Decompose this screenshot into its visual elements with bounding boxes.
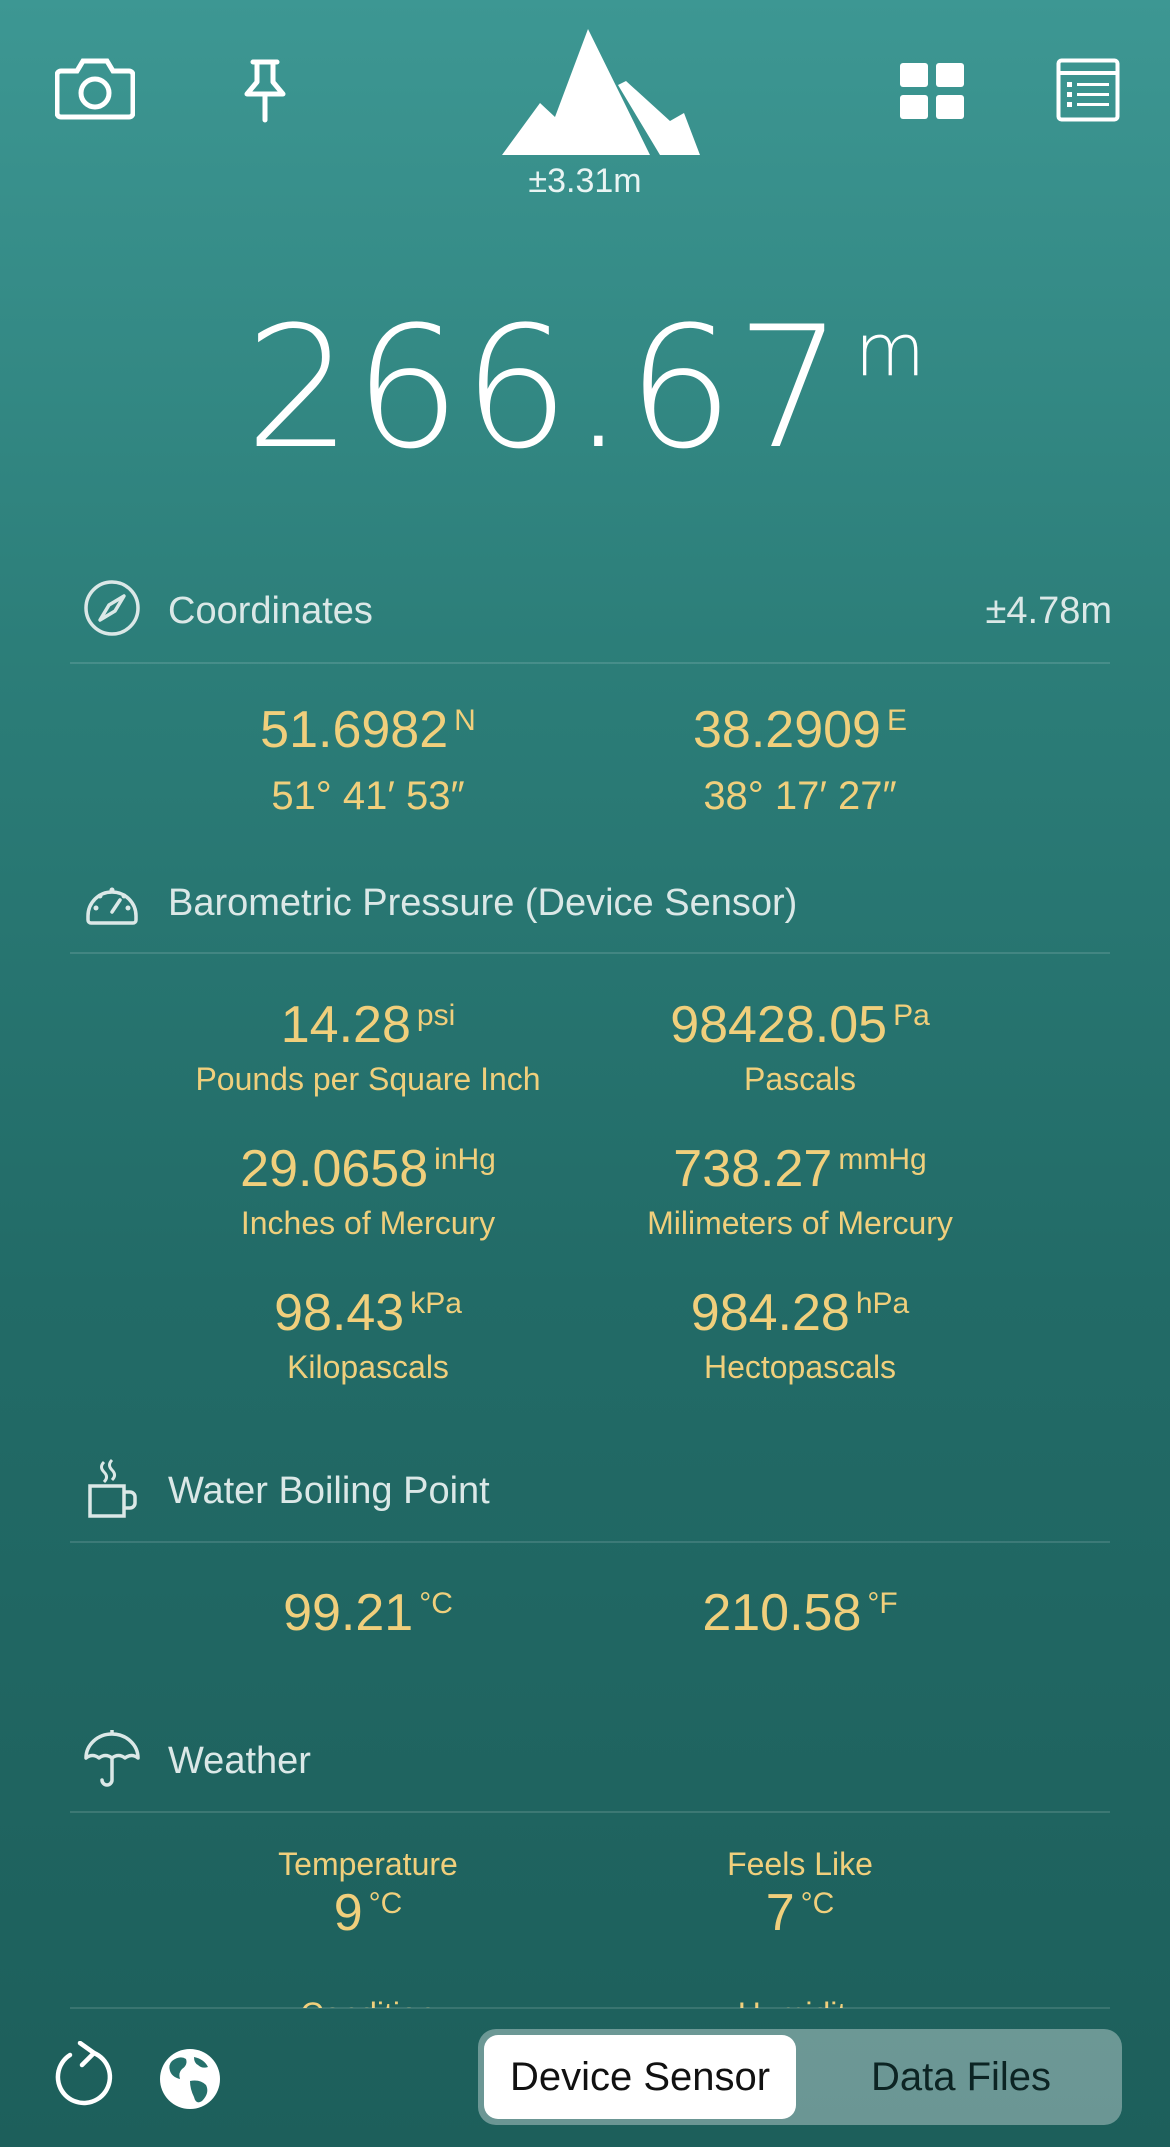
boiling-title: Water Boiling Point — [168, 1470, 490, 1512]
weather-title: Weather — [168, 1740, 311, 1782]
pa-label: Pascals — [743, 1061, 857, 1097]
hpa-unit: hPa — [855, 1287, 910, 1320]
pressure-title: Barometric Pressure (Device Sensor) — [168, 882, 798, 924]
altitude-display: 266.67 m — [0, 290, 1170, 486]
camera-icon[interactable] — [55, 55, 135, 121]
hpa-value: 984.28 — [690, 1284, 850, 1342]
temperature-unit: °C — [368, 1887, 403, 1920]
longitude-dms: 38° 17′ 27″ — [703, 774, 897, 818]
psi-label: Pounds per Square Inch — [195, 1061, 541, 1097]
source-segmented-control: Device Sensor Data Files — [478, 2029, 1122, 2125]
mountain-icon[interactable] — [500, 25, 700, 160]
kpa-cell: 98.43 kPa Kilopascals — [153, 1283, 583, 1386]
latitude-value: 51.6982 — [260, 701, 449, 759]
altitude-value: 266.67 — [245, 290, 845, 486]
boiling-celsius-cell: 99.21 °C — [153, 1583, 583, 1643]
latitude-cell: 51.6982 N 51° 41′ 53″ — [153, 700, 583, 819]
pa-unit: Pa — [893, 999, 930, 1032]
altitude-accuracy: ±3.31m — [528, 162, 642, 200]
boiling-fahrenheit-value: 210.58 — [702, 1584, 862, 1642]
gauge-icon — [82, 870, 144, 932]
altitude-unit: m — [854, 308, 925, 392]
umbrella-icon — [82, 1728, 144, 1790]
feels-like-label: Feels Like — [727, 1846, 873, 1882]
temperature-value: 9 — [333, 1884, 363, 1942]
inhg-value: 29.0658 — [240, 1140, 429, 1198]
longitude-value: 38.2909 — [693, 701, 881, 759]
feels-like-value: 7 — [765, 1884, 795, 1942]
pressure-header: Barometric Pressure (Device Sensor) — [82, 870, 1112, 950]
coordinates-title: Coordinates — [168, 590, 373, 632]
divider — [70, 662, 1110, 664]
mmhg-label: Milimeters of Mercury — [647, 1205, 953, 1241]
globe-icon[interactable] — [158, 2047, 222, 2111]
boiling-celsius-unit: °C — [419, 1587, 453, 1620]
longitude-dir: E — [886, 704, 907, 737]
bottom-bar: Device Sensor Data Files — [0, 2005, 1170, 2147]
boiling-celsius-value: 99.21 — [283, 1584, 414, 1642]
inhg-cell: 29.0658 inHg Inches of Mercury — [153, 1139, 583, 1242]
pa-cell: 98428.05 Pa Pascals — [585, 995, 1015, 1098]
mmhg-value: 738.27 — [673, 1140, 833, 1198]
kpa-label: Kilopascals — [287, 1349, 449, 1385]
coordinates-header: Coordinates ±4.78m — [82, 578, 1112, 658]
temperature-cell: Temperature 9 °C — [153, 1846, 583, 1943]
hpa-label: Hectopascals — [703, 1349, 897, 1385]
boiling-fahrenheit-cell: 210.58 °F — [585, 1583, 1015, 1643]
grid-icon[interactable] — [900, 63, 964, 119]
psi-value: 14.28 — [280, 996, 411, 1054]
boiling-fahrenheit-unit: °F — [867, 1587, 898, 1620]
latitude-dms: 51° 41′ 53″ — [271, 774, 465, 818]
divider — [70, 952, 1110, 954]
divider — [70, 1811, 1110, 1813]
refresh-icon[interactable] — [50, 2041, 114, 2111]
kpa-unit: kPa — [410, 1287, 462, 1320]
kpa-value: 98.43 — [274, 1284, 405, 1342]
mmhg-unit: mmHg — [838, 1143, 927, 1176]
feels-like-cell: Feels Like 7 °C — [585, 1846, 1015, 1943]
divider — [70, 1541, 1110, 1543]
boiling-header: Water Boiling Point — [82, 1458, 1112, 1538]
weather-header: Weather — [82, 1728, 1112, 1808]
cup-icon — [82, 1458, 144, 1520]
segment-device-sensor[interactable]: Device Sensor — [484, 2035, 796, 2119]
temperature-label: Temperature — [278, 1846, 458, 1882]
segment-data-files[interactable]: Data Files — [808, 2035, 1114, 2119]
longitude-cell: 38.2909 E 38° 17′ 27″ — [585, 700, 1015, 819]
coordinates-accuracy: ±4.78m — [985, 590, 1112, 632]
inhg-label: Inches of Mercury — [240, 1205, 496, 1241]
psi-cell: 14.28 psi Pounds per Square Inch — [153, 995, 583, 1098]
hpa-cell: 984.28 hPa Hectopascals — [585, 1283, 1015, 1386]
pin-icon[interactable] — [240, 58, 290, 124]
pa-value: 98428.05 — [670, 996, 888, 1054]
inhg-unit: inHg — [434, 1143, 496, 1176]
compass-icon — [82, 578, 144, 640]
list-icon[interactable] — [1056, 58, 1120, 122]
latitude-dir: N — [454, 704, 476, 737]
feels-like-unit: °C — [800, 1887, 835, 1920]
psi-unit: psi — [416, 999, 456, 1032]
mmhg-cell: 738.27 mmHg Milimeters of Mercury — [585, 1139, 1015, 1242]
